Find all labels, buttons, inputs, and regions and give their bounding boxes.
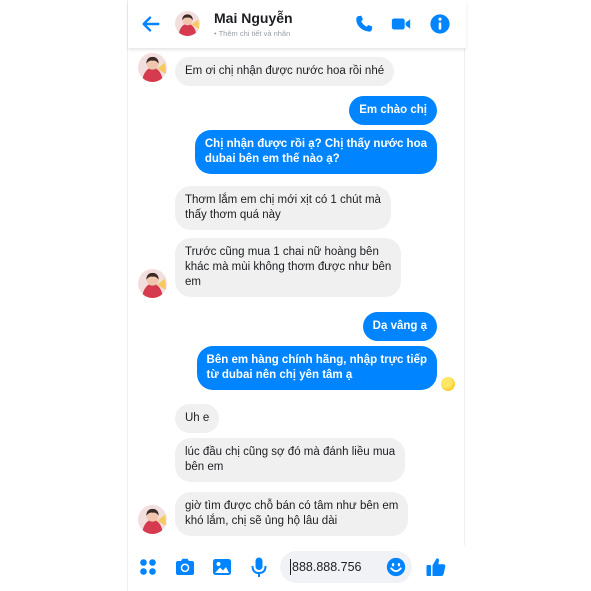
messenger-window: Mai Nguyễn • Thêm chi tiết và nhãn Em ơi… [127,0,466,591]
phone-icon[interactable] [353,13,375,35]
text-caret [290,559,291,575]
message-outgoing[interactable]: Dạ vâng ạ [362,312,437,341]
message-line: bên em [185,461,224,473]
message-line: thấy thơm quá này [185,209,281,221]
message-line: giờ tìm được chỗ bán có tâm như bên em [185,500,399,512]
contact-avatar[interactable] [138,269,167,298]
arrow-left-icon[interactable] [140,13,162,35]
message-line: khác mà mùi không thơm được như bên [185,261,392,273]
message-composer: 888.888.756 [128,545,466,591]
message-incoming[interactable]: Thơm lắm em chị mới xịt có 1 chút mà thấ… [175,186,391,230]
message-outgoing[interactable]: Em chào chị [349,96,437,125]
message-text: Em ơi chị nhận được nước hoa rồi nhé [185,65,385,77]
message-line: từ dubai nên chị yên tâm ạ [206,369,353,381]
add-details-link[interactable]: • Thêm chi tiết và nhãn [214,29,290,38]
image-icon[interactable] [210,555,234,579]
info-icon[interactable] [429,13,451,35]
message-line: Trước cũng mua 1 chai nữ hoàng bên [185,246,379,258]
message-incoming[interactable]: Uh e [175,404,220,433]
message-incoming[interactable]: lúc đầu chị cũng sợ đó mà đánh liều mua … [175,438,406,482]
contact-name[interactable]: Mai Nguyễn [214,10,293,26]
message-line: dubai bên em thế nào ạ? [204,153,340,165]
message-line: Thơm lắm em chị mới xịt có 1 chút mà [185,194,381,206]
message-incoming[interactable]: giờ tìm được chỗ bán có tâm như bên em k… [175,492,409,536]
message-line: Bên em hàng chính hãng, nhập trực tiếp [206,354,427,366]
message-text: Uh e [185,412,210,424]
message-line: Chị nhận được rồi ạ? Chị thấy nước hoa [204,138,427,150]
camera-icon[interactable] [173,555,197,579]
message-input-value: 888.888.756 [292,560,362,574]
message-outgoing[interactable]: Bên em hàng chính hãng, nhập trực tiếp t… [196,346,437,390]
message-line: lúc đầu chị cũng sợ đó mà đánh liều mua [185,446,396,458]
message-line: em [185,276,201,288]
contact-avatar[interactable] [138,505,167,534]
message-incoming[interactable]: Em ơi chị nhận được nước hoa rồi nhé [175,57,395,86]
message-incoming[interactable]: Trước cũng mua 1 chai nữ hoàng bên khác … [175,238,402,297]
seen-avatar-icon [441,377,455,391]
microphone-icon[interactable] [247,555,271,579]
message-line: khó lắm, chị sẽ ủng hộ lâu dài [185,515,338,527]
smiley-icon[interactable] [385,556,407,578]
message-text: Dạ vâng ạ [372,320,427,332]
video-camera-icon[interactable] [390,13,412,35]
contact-avatar[interactable] [175,11,200,36]
chat-header: Mai Nguyễn • Thêm chi tiết và nhãn [128,0,466,48]
thumbs-up-icon[interactable] [424,555,448,579]
grid-dots-icon[interactable] [136,555,160,579]
contact-avatar[interactable] [138,53,167,82]
message-text: Em chào chị [359,104,427,116]
message-outgoing[interactable]: Chị nhận được rồi ạ? Chị thấy nước hoa d… [194,130,437,174]
message-input[interactable]: 888.888.756 [280,551,412,583]
